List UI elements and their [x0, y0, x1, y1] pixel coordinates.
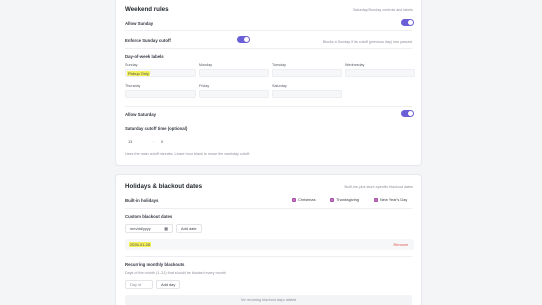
empty-text: No recurring blackout days added — [240, 298, 297, 302]
allow-saturday-toggle[interactable] — [401, 110, 414, 117]
enforce-sunday-cutoff-toggle[interactable] — [237, 36, 250, 43]
cutoff-hint: Uses the main cutoff minutes. Leave hour… — [125, 152, 250, 156]
cutoff-minute-input[interactable]: 0 — [161, 139, 163, 144]
recurring-blackouts-label: Recurring monthly blackouts — [125, 262, 185, 267]
saturday-label-input[interactable] — [272, 90, 342, 98]
checkbox-checked-icon[interactable] — [374, 197, 378, 202]
divider — [125, 106, 412, 107]
recurring-empty-state: No recurring blackout days added — [125, 295, 412, 305]
monday-label-input[interactable] — [199, 69, 269, 77]
tuesday-label-input[interactable] — [272, 69, 342, 77]
day-labels-title: Day-of-week labels — [125, 54, 164, 59]
add-day-button[interactable]: Add day — [156, 280, 181, 289]
sunday-label-input[interactable]: Pickup Only — [125, 69, 196, 77]
enforce-sunday-cutoff-label: Enforce Sunday cutoff — [125, 38, 171, 43]
add-date-button[interactable]: Add date — [176, 224, 202, 233]
allow-saturday-label: Allow Saturday — [125, 112, 157, 117]
recurring-hint: Days of the month (1–31) that should be … — [125, 271, 226, 275]
custom-blackout-label: Custom blackout dates — [125, 214, 173, 219]
thursday-label-input[interactable] — [125, 90, 196, 98]
blackout-date-value: 2026-01-28 — [129, 242, 151, 247]
weekend-rules-card: Weekend rules Saturday/Sunday controls a… — [115, 0, 422, 166]
divider — [125, 208, 412, 209]
divider — [125, 256, 412, 257]
holidays-hint: Built-ins plus store-specific blackout d… — [344, 185, 413, 189]
enforce-hint: Blocks a Sunday if its cutoff (previous … — [322, 40, 412, 44]
day-label-friday: Friday — [199, 84, 210, 88]
divider — [125, 48, 412, 49]
day-label-thursday: Thursday — [125, 84, 141, 88]
divider — [125, 30, 412, 31]
checkbox-checked-icon[interactable] — [292, 197, 296, 202]
day-of-input[interactable]: Day of — [125, 280, 153, 289]
blackout-date-row: 2026-01-28 Remove — [125, 239, 414, 250]
holidays-card: Holidays & blackout dates Built-ins plus… — [115, 174, 422, 305]
holiday-christmas[interactable]: Christmas — [292, 196, 316, 203]
day-label-saturday: Saturday — [272, 84, 287, 88]
saturday-cutoff-label: Saturday cutoff time (optional) — [125, 126, 188, 131]
remove-date-button[interactable]: Remove — [394, 242, 409, 247]
holiday-thanksgiving[interactable]: Thanksgiving — [330, 196, 359, 203]
weekend-title: Weekend rules — [125, 6, 169, 13]
sunday-label-value: Pickup Only — [127, 71, 150, 76]
cutoff-hour-input[interactable]: 13 — [128, 139, 132, 144]
day-label-monday: Monday — [199, 63, 213, 67]
weekend-hint: Saturday/Sunday controls and labels — [352, 8, 413, 12]
builtin-holidays-label: Built-in holidays — [125, 198, 159, 203]
allow-sunday-label: Allow Sunday — [125, 21, 154, 26]
cutoff-separator: : — [153, 139, 155, 144]
calendar-icon[interactable]: ▦ — [164, 226, 168, 231]
holidays-title: Holidays & blackout dates — [125, 183, 203, 190]
wednesday-label-input[interactable] — [345, 69, 415, 77]
friday-label-input[interactable] — [199, 90, 269, 98]
day-label-wednesday: Wednesday — [345, 63, 365, 67]
date-input[interactable]: mm/dd/yyyy ▦ — [125, 224, 173, 233]
allow-sunday-toggle[interactable] — [401, 19, 414, 26]
day-label-tuesday: Tuesday — [272, 63, 287, 67]
holiday-new-years-day[interactable]: New Year's Day — [374, 196, 407, 203]
checkbox-checked-icon[interactable] — [330, 197, 334, 202]
day-label-sunday: Sunday — [125, 63, 138, 67]
